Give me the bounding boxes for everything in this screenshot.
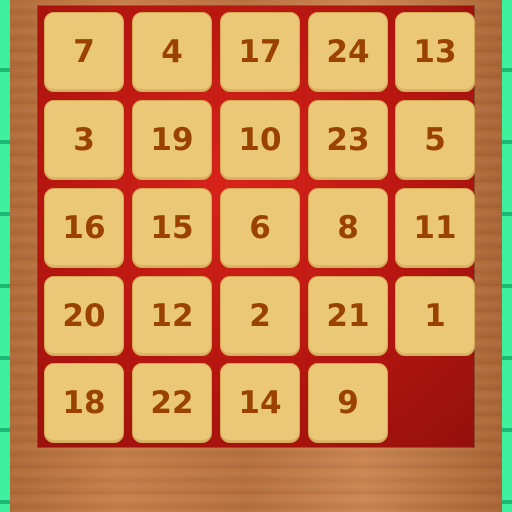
puzzle-tile[interactable]: 4: [132, 12, 212, 92]
puzzle-tile[interactable]: 11: [395, 188, 475, 268]
puzzle-tile[interactable]: 10: [220, 100, 300, 180]
puzzle-board: 7 4 17 24 13 3 19 10 23 5 16 15 6 8 11 2…: [38, 6, 475, 447]
puzzle-tile[interactable]: 16: [44, 188, 124, 268]
puzzle-tile[interactable]: 1: [395, 276, 475, 356]
puzzle-tile[interactable]: 23: [308, 100, 388, 180]
puzzle-tile[interactable]: 20: [44, 276, 124, 356]
puzzle-tile[interactable]: 21: [308, 276, 388, 356]
puzzle-tile[interactable]: 3: [44, 100, 124, 180]
puzzle-tile[interactable]: 15: [132, 188, 212, 268]
puzzle-tile[interactable]: 17: [220, 12, 300, 92]
puzzle-tile[interactable]: 8: [308, 188, 388, 268]
puzzle-tile[interactable]: 24: [308, 12, 388, 92]
puzzle-tile[interactable]: 7: [44, 12, 124, 92]
puzzle-tile[interactable]: 12: [132, 276, 212, 356]
puzzle-tile[interactable]: 13: [395, 12, 475, 92]
puzzle-tile[interactable]: 22: [132, 363, 212, 443]
empty-slot: [395, 363, 473, 441]
left-edge-stripe: [0, 0, 10, 512]
puzzle-tile[interactable]: 18: [44, 363, 124, 443]
puzzle-tile[interactable]: 6: [220, 188, 300, 268]
puzzle-tile[interactable]: 5: [395, 100, 475, 180]
puzzle-tile[interactable]: 2: [220, 276, 300, 356]
puzzle-tile[interactable]: 19: [132, 100, 212, 180]
right-edge-stripe: [502, 0, 512, 512]
puzzle-tile[interactable]: 9: [308, 363, 388, 443]
puzzle-tile[interactable]: 14: [220, 363, 300, 443]
